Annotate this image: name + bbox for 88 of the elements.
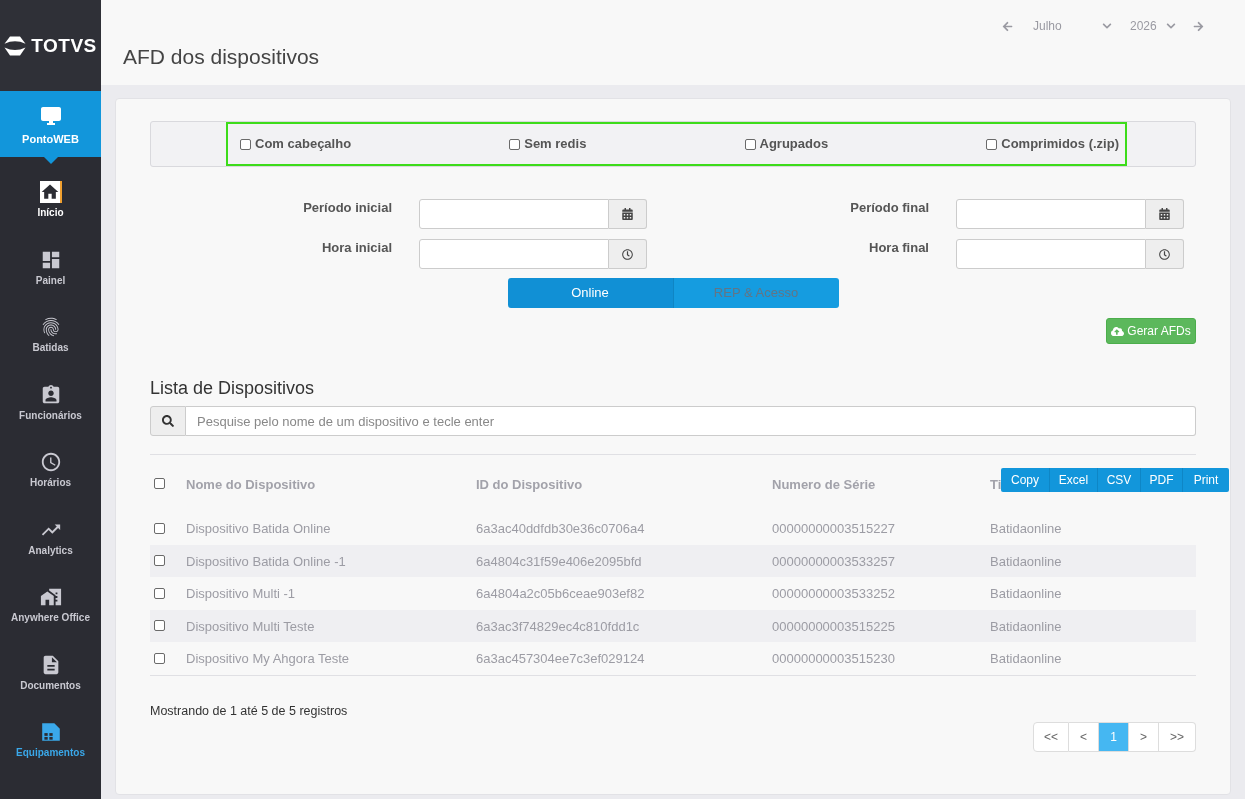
chevron-down-icon (1102, 21, 1112, 31)
option-label[interactable]: Agrupados (759, 134, 829, 154)
table-cell: 6a4804c31f59e406e2095bfd (476, 553, 642, 569)
calendar-icon (1159, 208, 1170, 220)
pointer-triangle-icon (44, 157, 58, 164)
records-summary: Mostrando de 1 até 5 de 5 registros (150, 703, 348, 719)
filter-label: Período final (850, 199, 929, 216)
checkbox[interactable] (240, 138, 251, 150)
time-field[interactable] (956, 239, 1146, 269)
checkbox[interactable] (154, 587, 165, 599)
table-cell: 6a3ac3f74829ec4c810fdd1c (476, 618, 640, 634)
option-label[interactable]: Comprimidos (.zip) (1001, 134, 1119, 154)
date-field[interactable] (419, 199, 609, 229)
table-cell: 00000000003515230 (772, 651, 895, 667)
export-button[interactable]: CSV (1097, 468, 1140, 492)
checkbox[interactable] (154, 522, 165, 534)
search-field[interactable]: Pesquise pelo nome de um dispositivo e tecle enter (186, 406, 1196, 436)
sidebar-item[interactable]: Analytics (0, 503, 101, 571)
table-cell: 6a3ac40ddfdb30e36c0706a4 (476, 521, 645, 537)
calendar-button[interactable] (1146, 199, 1184, 229)
clock-icon (1159, 248, 1170, 260)
export-button[interactable]: Excel (1049, 468, 1097, 492)
export-button[interactable]: PDF (1140, 468, 1182, 492)
table-cell: Dispositivo Multi Teste (186, 618, 315, 634)
checkbox[interactable] (154, 555, 165, 567)
month-select[interactable]: Julho (1029, 15, 1114, 37)
sim-card-icon (39, 721, 62, 744)
page-title: AFD dos dispositivos (123, 44, 320, 70)
table-cell: 6a3ac457304ee7c3ef029124 (476, 651, 645, 667)
checkbox[interactable] (154, 620, 165, 632)
arrow-left-icon (1001, 20, 1013, 32)
sidebar-item[interactable]: Anywhere Office (0, 571, 101, 639)
checkbox[interactable] (509, 138, 521, 150)
filter-label: Hora final (869, 239, 929, 256)
arrow-right-icon (1192, 20, 1204, 32)
sidebar-item[interactable]: Horários (0, 436, 101, 504)
sidebar-item[interactable]: Documentos (0, 638, 101, 706)
sidebar-item[interactable]: Batidas (0, 301, 101, 369)
table-cell: Batidaonline (990, 651, 1062, 667)
clock-icon (39, 451, 62, 474)
section-title: Lista de Dispositivos (150, 377, 315, 399)
export-button[interactable]: Print (1182, 468, 1229, 492)
year-select[interactable]: 2026 (1128, 15, 1178, 37)
sidebar-item[interactable]: Início (0, 166, 101, 234)
cloud-upload-icon (1111, 324, 1125, 338)
sidebar-item[interactable]: Funcionários (0, 368, 101, 436)
table-cell: Batidaonline (990, 521, 1062, 537)
logo-icon (4, 35, 27, 56)
page-button[interactable]: >> (1159, 721, 1196, 752)
table-cell: Dispositivo Batida Online (186, 521, 331, 537)
option-label[interactable]: Sem redis (524, 134, 587, 154)
chevron-down-icon (1166, 21, 1176, 31)
checkbox[interactable] (986, 138, 998, 150)
sidebar-item[interactable]: Painel (0, 233, 101, 301)
calendar-button[interactable] (609, 199, 647, 229)
home-icon (39, 181, 62, 204)
module-button[interactable]: PontoWEB (0, 91, 101, 157)
table-cell: Dispositivo Multi -1 (186, 586, 296, 602)
table-cell: Batidaonline (990, 553, 1062, 569)
table-cell: Dispositivo My Ahgora Teste (186, 651, 350, 667)
table-cell: 6a4804a2c05b6ceae903ef82 (476, 586, 645, 602)
clock-button[interactable] (609, 239, 647, 269)
date-field[interactable] (956, 199, 1146, 229)
table-cell: 00000000003533252 (772, 586, 895, 602)
export-button[interactable]: Copy (1001, 468, 1049, 492)
table-cell: Dispositivo Batida Online -1 (186, 553, 346, 569)
calendar-icon (622, 208, 633, 220)
filter-label: Hora inicial (321, 239, 392, 256)
option-label[interactable]: Com cabeçalho (255, 134, 352, 154)
search-icon (150, 406, 186, 436)
table-cell: 00000000003515227 (772, 521, 895, 537)
sidebar-item[interactable]: Equipamentos (0, 706, 101, 774)
source-tab[interactable]: Online (507, 278, 673, 308)
clock-button[interactable] (1146, 239, 1184, 269)
filter-label: Período inicial (303, 199, 392, 216)
table-cell: 00000000003533257 (772, 553, 895, 569)
table-cell: Batidaonline (990, 618, 1062, 634)
logo-text: TOTVS (31, 36, 97, 55)
page-button[interactable]: << (1033, 721, 1069, 752)
table-cell: 00000000003515225 (772, 618, 895, 634)
checkbox[interactable] (154, 652, 165, 664)
table-cell: Batidaonline (990, 586, 1062, 602)
time-field[interactable] (419, 239, 609, 269)
page-button[interactable]: < (1069, 721, 1099, 752)
clock-icon (622, 248, 633, 260)
checkbox[interactable] (744, 138, 756, 150)
checkbox[interactable] (154, 478, 165, 489)
page-button[interactable]: > (1129, 721, 1159, 752)
